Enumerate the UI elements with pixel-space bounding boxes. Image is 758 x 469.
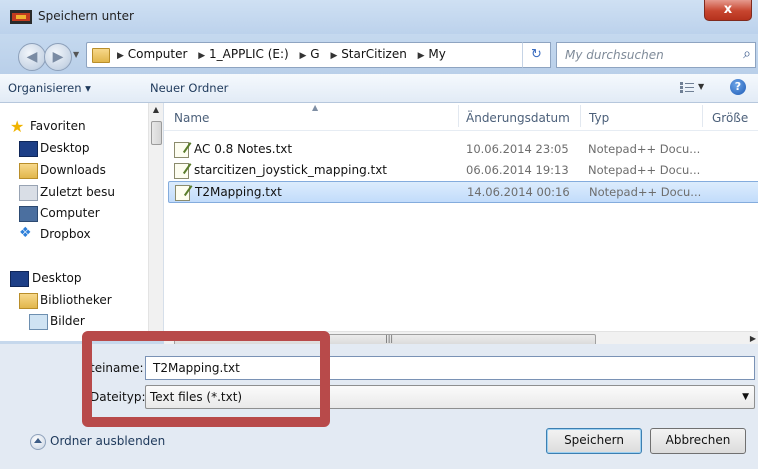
- browser-content: ★ Favoriten Desktop Downloads Zuletzt be…: [0, 103, 758, 348]
- crumb-g[interactable]: G: [310, 47, 319, 61]
- file-type: Notepad++ Docu...: [588, 142, 701, 156]
- column-name[interactable]: Name: [174, 111, 209, 125]
- text-file-icon: [174, 163, 189, 179]
- title-bar: Speichern unter x: [0, 0, 758, 34]
- crumb-separator-icon[interactable]: ▶: [330, 51, 337, 61]
- column-divider[interactable]: [580, 105, 581, 127]
- nav-item-label: Zuletzt besu: [40, 185, 115, 199]
- computer-icon: [19, 206, 38, 222]
- window-icon: [10, 10, 32, 24]
- view-options-icon[interactable]: [680, 82, 694, 93]
- crumb-separator-icon[interactable]: ▶: [418, 51, 425, 61]
- library-icon: [19, 293, 38, 309]
- file-row-selected[interactable]: T2Mapping.txt 14.06.2014 00:16 Notepad++…: [168, 181, 758, 203]
- nav-item-label: Desktop: [32, 271, 82, 285]
- recent-icon: [19, 185, 38, 201]
- view-dropdown-chevron-icon[interactable]: ▼: [698, 82, 704, 91]
- crumb-drive[interactable]: 1_APPLIC (E:): [209, 47, 289, 61]
- file-date: 14.06.2014 00:16: [467, 185, 570, 199]
- crumb-computer[interactable]: Computer: [128, 47, 188, 61]
- file-name: starcitizen_joystick_mapping.txt: [194, 163, 388, 177]
- forward-button[interactable]: ▶: [44, 43, 72, 71]
- text-file-icon: [174, 142, 189, 158]
- file-type: Notepad++ Docu...: [588, 163, 701, 177]
- text-file-icon: [175, 185, 190, 201]
- nav-item-label: Computer: [40, 206, 100, 220]
- column-size[interactable]: Größe: [712, 111, 748, 125]
- nav-item-label: Dropbox: [40, 227, 91, 241]
- save-as-dialog: Speichern unter x ◀ ▶ ▼ ▶ Computer ▶ 1_A…: [0, 0, 758, 469]
- downloads-icon: [19, 163, 38, 179]
- search-icon[interactable]: ⌕: [743, 46, 751, 62]
- nav-item-label: Downloads: [40, 163, 106, 177]
- crumb-separator-icon[interactable]: ▶: [300, 51, 307, 61]
- column-date[interactable]: Änderungsdatum: [466, 111, 570, 125]
- scroll-up-icon[interactable]: ▲: [149, 105, 163, 114]
- pictures-icon: [29, 314, 48, 330]
- nav-item-label: Bibliotheker: [40, 293, 112, 307]
- column-divider[interactable]: [458, 105, 459, 127]
- crumb-separator-icon[interactable]: ▶: [198, 51, 205, 61]
- save-button[interactable]: Speichern: [546, 428, 642, 454]
- crumb-my[interactable]: My: [428, 47, 445, 61]
- hide-folders-toggle[interactable]: Ordner ausblenden: [50, 434, 165, 448]
- help-button[interactable]: ?: [730, 79, 746, 95]
- window-title: Speichern unter: [38, 9, 134, 23]
- dropbox-icon: ❖: [19, 225, 32, 241]
- breadcrumb-path: ▶ Computer ▶ 1_APPLIC (E:) ▶ G ▶ StarCit…: [117, 47, 446, 61]
- chevron-down-icon: ▼: [742, 392, 749, 402]
- file-row[interactable]: starcitizen_joystick_mapping.txt 06.06.2…: [168, 160, 758, 180]
- search-placeholder: My durchsuchen: [565, 48, 664, 62]
- close-button[interactable]: x: [704, 0, 752, 21]
- crumb-starcitizen[interactable]: StarCitizen: [341, 47, 407, 61]
- breadcrumb[interactable]: ▶ Computer ▶ 1_APPLIC (E:) ▶ G ▶ StarCit…: [86, 42, 600, 68]
- scrollbar-grip-icon: |||: [385, 334, 394, 343]
- new-folder-button[interactable]: Neuer Ordner: [150, 81, 228, 95]
- desktop-icon: [19, 141, 38, 157]
- column-type[interactable]: Typ: [589, 111, 609, 125]
- file-name: AC 0.8 Notes.txt: [194, 142, 293, 156]
- recent-locations-chevron-icon[interactable]: ▼: [73, 50, 79, 59]
- scroll-right-icon[interactable]: ▶: [750, 334, 756, 343]
- navpane-scrollbar[interactable]: ▲: [148, 103, 163, 341]
- file-row[interactable]: AC 0.8 Notes.txt 10.06.2014 23:05 Notepa…: [168, 139, 758, 159]
- refresh-button[interactable]: ↻: [522, 42, 551, 68]
- command-toolbar: Organisieren ▾ Neuer Ordner ▼ ?: [0, 74, 758, 103]
- file-type: Notepad++ Docu...: [589, 185, 702, 199]
- search-input[interactable]: My durchsuchen ⌕: [556, 42, 756, 68]
- cancel-button[interactable]: Abbrechen: [650, 428, 746, 454]
- sort-ascending-icon: ▲: [312, 103, 319, 112]
- folder-icon: [92, 48, 110, 63]
- scrollbar-thumb[interactable]: [151, 121, 162, 145]
- column-divider[interactable]: [702, 105, 703, 127]
- navigation-pane: ★ Favoriten Desktop Downloads Zuletzt be…: [0, 103, 164, 341]
- collapse-up-icon[interactable]: [30, 434, 46, 450]
- nav-item-label: Bilder: [50, 314, 85, 328]
- crumb-separator-icon: ▶: [117, 51, 124, 61]
- refresh-icon: ↻: [531, 47, 542, 62]
- column-header: ▲ Name Änderungsdatum Typ Größe: [164, 103, 758, 131]
- nav-item-label: Favoriten: [30, 119, 86, 133]
- organize-menu[interactable]: Organisieren ▾: [8, 81, 91, 95]
- forward-arrow-icon: ▶: [52, 49, 64, 65]
- nav-item-label: Desktop: [40, 141, 90, 155]
- file-date: 10.06.2014 23:05: [466, 142, 569, 156]
- star-icon: ★: [10, 117, 25, 136]
- back-arrow-icon: ◀: [26, 49, 38, 65]
- file-name: T2Mapping.txt: [195, 185, 282, 199]
- desktop-icon: [10, 271, 29, 287]
- back-button[interactable]: ◀: [18, 43, 46, 71]
- file-date: 06.06.2014 19:13: [466, 163, 569, 177]
- file-list: ▲ Name Änderungsdatum Typ Größe AC 0.8 N…: [164, 103, 758, 348]
- highlight-annotation: [82, 331, 330, 427]
